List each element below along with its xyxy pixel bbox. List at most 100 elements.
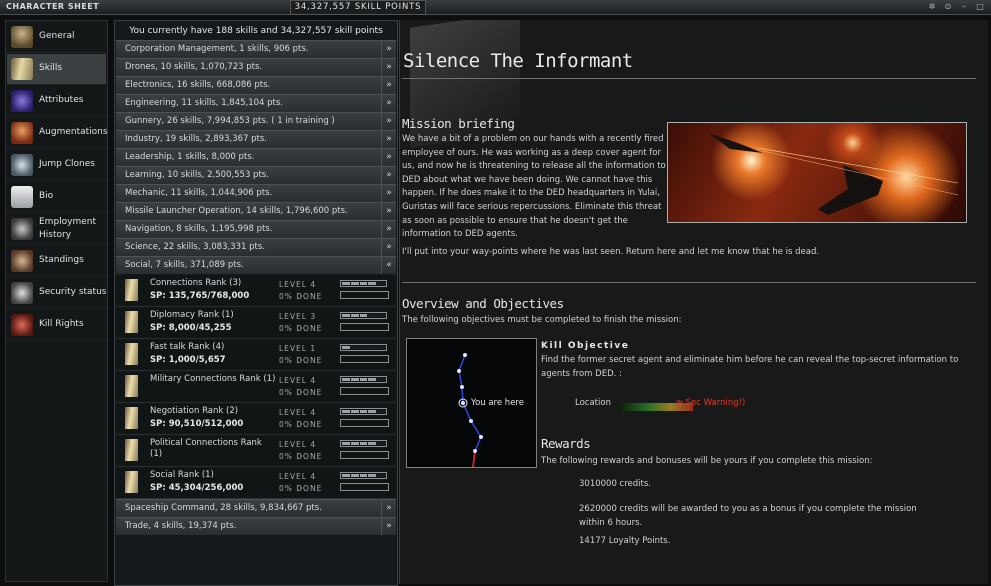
- you-are-here-label: You are here: [471, 398, 524, 408]
- close-icon[interactable]: □: [974, 2, 986, 12]
- progress-bar: [340, 323, 389, 331]
- expand-icon[interactable]: »: [381, 500, 396, 517]
- skill-level: LEVEL 1: [279, 344, 317, 353]
- skill-group-row[interactable]: Trade, 4 skills, 19,374 pts. »: [116, 517, 396, 535]
- progress-bar: [340, 483, 389, 491]
- nav-item-employment-history[interactable]: Employment History: [7, 214, 106, 245]
- skill-level: LEVEL 3: [279, 312, 317, 321]
- skill-name: Diplomacy Rank (1): [150, 310, 234, 320]
- skill-group-row[interactable]: Leadership, 1 skills, 8,000 pts. »: [116, 148, 396, 166]
- skill-row[interactable]: Military Connections Rank (1) LEVEL 4 0%…: [116, 371, 396, 403]
- nav-item-security-status[interactable]: Security status: [7, 278, 106, 309]
- expand-icon[interactable]: »: [381, 59, 396, 76]
- expand-icon[interactable]: »: [381, 113, 396, 130]
- briefing-heading: Mission briefing: [402, 116, 515, 131]
- skillbook-icon: [125, 439, 138, 461]
- skill-group-row[interactable]: Corporation Management, 1 skills, 906 pt…: [116, 40, 396, 58]
- skill-row[interactable]: Social Rank (1) SP: 45,304/256,000 LEVEL…: [116, 467, 396, 499]
- expand-icon[interactable]: »: [381, 95, 396, 112]
- skill-group-row[interactable]: Electronics, 16 skills, 668,086 pts. »: [116, 76, 396, 94]
- nav-label: Skills: [39, 63, 63, 73]
- skill-group-row[interactable]: Spaceship Command, 28 skills, 9,834,667 …: [116, 499, 396, 517]
- group-label: Gunnery, 26 skills, 7,994,853 pts. ( 1 i…: [125, 116, 335, 126]
- window-titlebar[interactable]: CHARACTER SHEET 34,327,557 SKILL POINTS …: [0, 0, 991, 15]
- progress-bar: [340, 387, 389, 395]
- nav-item-bio[interactable]: Bio: [7, 182, 106, 213]
- divider: [402, 282, 976, 283]
- skill-group-row[interactable]: Industry, 19 skills, 2,893,367 pts. »: [116, 130, 396, 148]
- skill-name: Social Rank (1): [150, 470, 214, 480]
- nav-item-skills[interactable]: Skills: [7, 54, 106, 85]
- level-bar: [340, 440, 387, 447]
- options-icon[interactable]: ⊙: [942, 2, 954, 12]
- progress-bar: [340, 451, 389, 459]
- skill-group-row[interactable]: Engineering, 11 skills, 1,845,104 pts. »: [116, 94, 396, 112]
- expand-icon[interactable]: »: [381, 167, 396, 184]
- group-label: Spaceship Command, 28 skills, 9,834,667 …: [125, 503, 322, 513]
- expand-icon[interactable]: »: [381, 149, 396, 166]
- window-title: CHARACTER SHEET: [6, 2, 100, 11]
- nav-item-attributes[interactable]: Attributes: [7, 86, 106, 117]
- skill-done: 0% DONE: [279, 324, 323, 333]
- skill-level: LEVEL 4: [279, 408, 317, 417]
- nav-item-kill-rights[interactable]: Kill Rights: [7, 310, 106, 341]
- nav-item-standings[interactable]: Standings: [7, 246, 106, 277]
- bio-icon: [11, 186, 33, 208]
- minimize-icon[interactable]: –: [958, 2, 970, 12]
- skillbook-icon: [125, 343, 138, 365]
- skillbook-icon: [11, 58, 33, 80]
- skill-done: 0% DONE: [279, 484, 323, 493]
- skill-group-row[interactable]: Learning, 10 skills, 2,500,553 pts. »: [116, 166, 396, 184]
- group-label: Corporation Management, 1 skills, 906 pt…: [125, 44, 309, 54]
- skill-row[interactable]: Political Connections Rank (1) LEVEL 4 0…: [116, 435, 396, 467]
- expand-icon[interactable]: »: [381, 239, 396, 256]
- group-label: Industry, 19 skills, 2,893,367 pts.: [125, 134, 267, 144]
- skill-row[interactable]: Fast talk Rank (4) SP: 1,000/5,657 LEVEL…: [116, 339, 396, 371]
- skills-panel: You currently have 188 skills and 34,327…: [114, 20, 398, 586]
- skill-name: Political Connections Rank (1): [150, 438, 262, 459]
- battle-scene-graphic: [708, 133, 959, 215]
- group-label: Drones, 10 skills, 1,070,723 pts.: [125, 62, 263, 72]
- collapse-icon[interactable]: «: [381, 257, 396, 274]
- level-bar: [340, 472, 387, 479]
- skill-group-social[interactable]: Social, 7 skills, 371,089 pts. «: [116, 256, 396, 274]
- nav-item-jump-clones[interactable]: Jump Clones: [7, 150, 106, 181]
- skill-name: Fast talk Rank (4): [150, 342, 225, 352]
- skill-row[interactable]: Diplomacy Rank (1) SP: 8,000/45,255 LEVE…: [116, 307, 396, 339]
- route-map[interactable]: You are here: [406, 338, 537, 468]
- nav-item-general[interactable]: General: [7, 22, 106, 53]
- expand-icon[interactable]: »: [381, 185, 396, 202]
- mission-journal-panel: Silence The Informant Mission briefing W…: [399, 20, 988, 584]
- skill-row[interactable]: Negotiation Rank (2) SP: 90,510/512,000 …: [116, 403, 396, 435]
- expand-icon[interactable]: »: [381, 518, 396, 535]
- skill-name: Negotiation Rank (2): [150, 406, 239, 416]
- nav-label: Kill Rights: [39, 319, 84, 329]
- briefing-text: We have a bit of a problem on our hands …: [402, 134, 666, 240]
- skill-row[interactable]: Connections Rank (3) SP: 135,765/768,000…: [116, 275, 396, 307]
- level-bar: [340, 312, 387, 319]
- skill-group-row[interactable]: Drones, 10 skills, 1,070,723 pts. »: [116, 58, 396, 76]
- pin-icon[interactable]: ✲: [926, 2, 938, 12]
- skillbook-icon: [125, 375, 138, 397]
- nav-item-augmentations[interactable]: Augmentations: [7, 118, 108, 149]
- skillbook-icon: [125, 471, 138, 493]
- character-sheet-nav: General Skills Attributes Augmentations …: [5, 20, 108, 582]
- skill-group-row[interactable]: Gunnery, 26 skills, 7,994,853 pts. ( 1 i…: [116, 112, 396, 130]
- skillbook-icon: [125, 407, 138, 429]
- skill-group-row[interactable]: Science, 22 skills, 3,083,331 pts. »: [116, 238, 396, 256]
- level-bar: [340, 408, 387, 415]
- expand-icon[interactable]: »: [381, 77, 396, 94]
- skill-group-row[interactable]: Navigation, 8 skills, 1,195,998 pts. »: [116, 220, 396, 238]
- expand-icon[interactable]: »: [381, 221, 396, 238]
- kill-objective-text: Find the former secret agent and elimina…: [541, 355, 959, 379]
- mission-title: Silence The Informant: [403, 50, 633, 72]
- skill-group-row[interactable]: Mechanic, 11 skills, 1,044,906 pts. »: [116, 184, 396, 202]
- expand-icon[interactable]: »: [381, 203, 396, 220]
- skill-group-row[interactable]: Missile Launcher Operation, 14 skills, 1…: [116, 202, 396, 220]
- progress-bar: [340, 291, 389, 299]
- expand-icon[interactable]: »: [381, 131, 396, 148]
- expand-icon[interactable]: »: [381, 41, 396, 58]
- group-label: Trade, 4 skills, 19,374 pts.: [125, 521, 237, 531]
- level-bar: [340, 280, 387, 287]
- objectives-intro: The following objectives must be complet…: [402, 315, 682, 325]
